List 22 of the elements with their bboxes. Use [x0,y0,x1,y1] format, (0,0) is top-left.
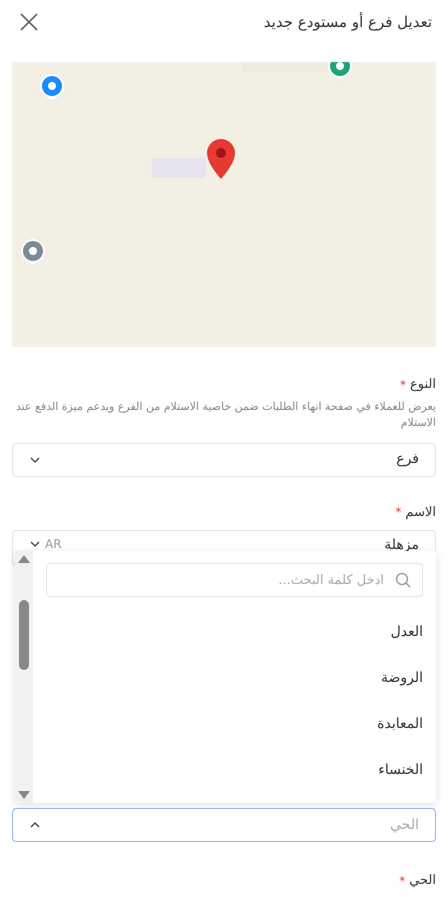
field-label: الاسم [405,504,436,522]
dropdown-option[interactable]: الخنساء [46,747,423,793]
dropdown-option[interactable]: العدل [46,609,423,655]
field-label: الحي [409,872,436,890]
required-mark: * [395,504,402,522]
field-label: النوع [410,376,436,394]
scroll-up-icon[interactable] [18,555,30,563]
field-hint: يعرض للعملاء في صفحة انهاء الطلبات ضمن خاصية الاستلام من الفرع ويدعم ميزة الدفع عند الاستلام [14,398,436,430]
dropdown-option[interactable]: الروضة [46,655,423,701]
search-field[interactable]: ادخل كلمة البحث... [46,563,423,597]
scroll-down-icon[interactable] [18,791,30,799]
search-icon [395,572,411,588]
required-mark: * [400,376,406,394]
scrollbar[interactable] [15,551,33,803]
scrollbar-thumb[interactable] [19,600,29,670]
required-mark: * [399,872,406,890]
close-icon[interactable] [20,13,38,31]
chevron-up-icon [29,821,41,829]
type-select[interactable]: فرع [12,442,436,476]
dialog-title: تعديل فرع أو مستودع جديد [264,11,432,33]
chevron-down-icon [29,540,41,548]
dropdown-option[interactable]: المعابدة [46,701,423,747]
